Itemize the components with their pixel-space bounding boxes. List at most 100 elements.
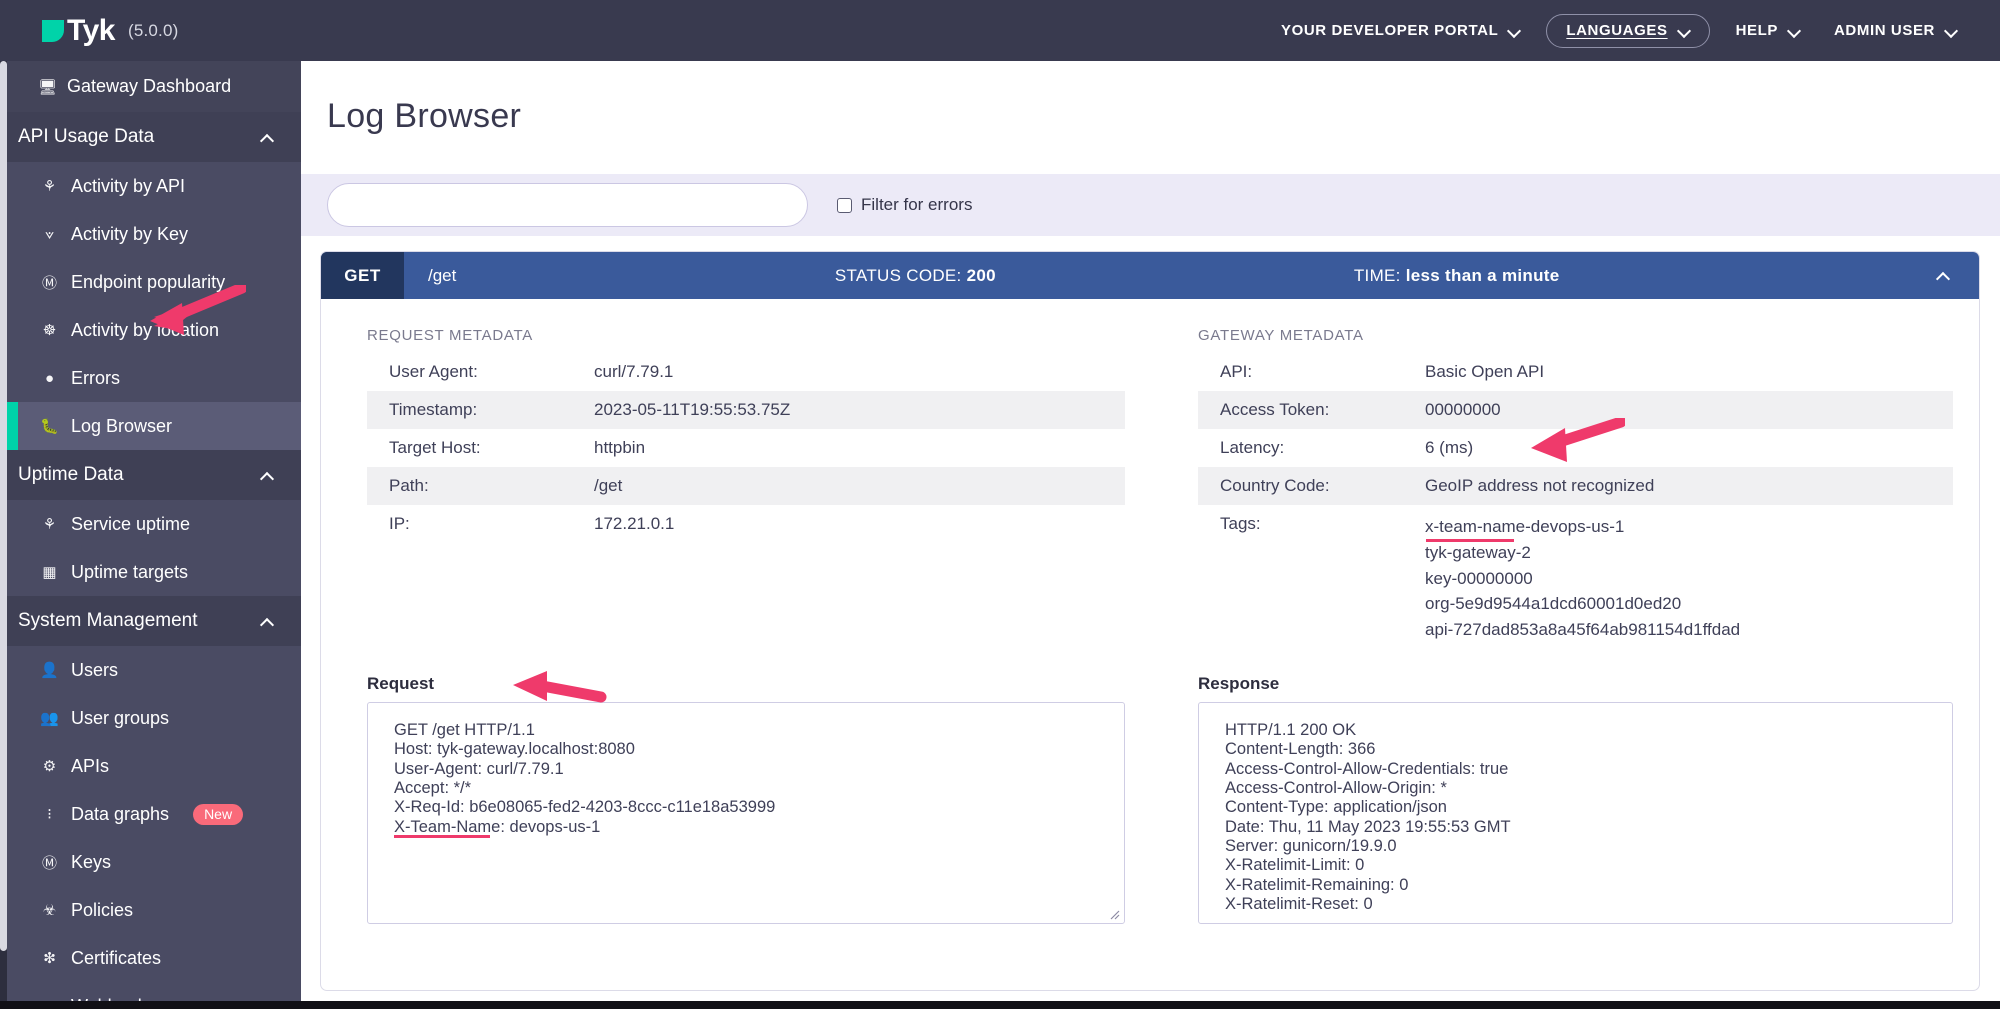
nav-label: LANGUAGES	[1566, 22, 1667, 39]
brand-logo[interactable]: Tyk (5.0.0)	[40, 16, 179, 46]
bomb-icon: ●	[40, 370, 59, 387]
sidebar-item-apis[interactable]: ⚙ APIs	[0, 742, 301, 790]
chevron-up-icon	[262, 616, 273, 627]
shield-icon: ☣	[40, 901, 59, 919]
sidebar-section-label: Uptime Data	[18, 464, 124, 486]
request-line: GET /get HTTP/1.1	[394, 721, 1104, 740]
sidebar-item-certificates[interactable]: ❇ Certificates	[0, 934, 301, 982]
resize-handle-icon[interactable]	[1106, 906, 1120, 920]
brand-version: (5.0.0)	[128, 21, 179, 41]
response-line: X-Ratelimit-Remaining: 0	[1225, 876, 1932, 895]
row-key: Latency:	[1220, 438, 1425, 458]
request-line-highlighted: X-Team-Name: devops-us-1	[394, 818, 600, 837]
row-value: 6 (ms)	[1425, 438, 1953, 458]
request-line: X-Req-Id: b6e08065-fed2-4203-8ccc-c11e18…	[394, 798, 1104, 817]
tag-item: tyk-gateway-2	[1425, 540, 1953, 566]
table-row: API: Basic Open API	[1198, 353, 1953, 391]
row-key: Tags:	[1220, 514, 1425, 534]
sidebar-item-keys[interactable]: Ⓜ Keys	[0, 838, 301, 886]
sidebar-section-system-management[interactable]: System Management	[0, 596, 301, 646]
brand-name: Tyk	[67, 16, 115, 46]
sidebar-item-label: Gateway Dashboard	[67, 76, 231, 97]
status-code: STATUS CODE: 200	[835, 266, 996, 286]
checkbox-box-icon[interactable]	[837, 198, 852, 213]
sidebar-item-activity-by-key[interactable]: ⟇ Activity by Key	[0, 210, 301, 258]
request-response-grid: Request GET /get HTTP/1.1 Host: tyk-gate…	[321, 674, 1979, 924]
nav-languages[interactable]: LANGUAGES	[1546, 14, 1709, 48]
nav-your-developer-portal[interactable]: YOUR DEVELOPER PORTAL	[1264, 14, 1537, 48]
sidebar-item-data-graphs[interactable]: ⁝ Data graphs New	[0, 790, 301, 838]
sidebar-section-api-usage-data[interactable]: API Usage Data	[0, 112, 301, 162]
nav-help[interactable]: HELP	[1719, 14, 1817, 48]
log-entry-path: /get	[428, 266, 456, 286]
gateway-metadata-title: GATEWAY METADATA	[1198, 327, 1953, 344]
graph-icon: ⁝	[40, 805, 59, 823]
response-line: X-Ratelimit-Limit: 0	[1225, 856, 1932, 875]
chevron-up-icon	[1938, 270, 1949, 281]
log-entry-header[interactable]: GET /get STATUS CODE: 200 TIME: less tha…	[321, 252, 1979, 299]
filter-for-errors-checkbox[interactable]: Filter for errors	[837, 195, 972, 215]
request-line: Host: tyk-gateway.localhost:8080	[394, 740, 1104, 759]
sidebar-item-uptime-targets[interactable]: ▦ Uptime targets	[0, 548, 301, 596]
sidebar-item-gateway-dashboard[interactable]: 🖥 Gateway Dashboard	[0, 61, 301, 112]
sidebar-item-user-groups[interactable]: 👥 User groups	[0, 694, 301, 742]
top-bar: Tyk (5.0.0) YOUR DEVELOPER PORTAL LANGUA…	[0, 0, 2000, 61]
sidebar: 🖥 Gateway Dashboard API Usage Data ⚘ Act…	[0, 61, 301, 1009]
sidebar-item-label: Log Browser	[71, 416, 172, 437]
sidebar-section-label: System Management	[18, 610, 198, 632]
sidebar-item-label: Users	[71, 660, 118, 681]
search-input[interactable]	[327, 183, 808, 227]
nav-admin-user[interactable]: ADMIN USER	[1817, 14, 1974, 48]
sidebar-section-uptime-data[interactable]: Uptime Data	[0, 450, 301, 500]
tag-item: key-00000000	[1425, 566, 1953, 592]
response-line: Date: Thu, 11 May 2023 19:55:53 GMT	[1225, 818, 1932, 837]
sidebar-item-label: Activity by API	[71, 176, 185, 197]
response-line: HTTP/1.1 200 OK	[1225, 721, 1932, 740]
sidebar-item-label: Endpoint popularity	[71, 272, 225, 293]
sidebar-item-label: Data graphs	[71, 804, 169, 825]
row-value: 2023-05-11T19:55:53.75Z	[594, 400, 1125, 420]
sidebar-item-log-browser[interactable]: 🐛 Log Browser	[0, 402, 301, 450]
users-icon: 👥	[40, 709, 59, 727]
sidebar-item-errors[interactable]: ● Errors	[0, 354, 301, 402]
gateway-metadata-panel: GATEWAY METADATA API: Basic Open API Acc…	[1150, 327, 1979, 652]
top-nav: YOUR DEVELOPER PORTAL LANGUAGES HELP ADM…	[1264, 14, 1974, 48]
sidebar-item-label: Service uptime	[71, 514, 190, 535]
row-value: 172.21.0.1	[594, 514, 1125, 534]
sidebar-scrollbar[interactable]	[0, 61, 7, 1009]
table-row: Country Code: GeoIP address not recogniz…	[1198, 467, 1953, 505]
sidebar-item-label: Activity by location	[71, 320, 219, 341]
row-key: User Agent:	[389, 362, 594, 382]
sidebar-item-endpoint-popularity[interactable]: Ⓜ Endpoint popularity	[0, 258, 301, 306]
filter-for-errors-label: Filter for errors	[861, 195, 972, 215]
table-row: User Agent: curl/7.79.1	[367, 353, 1125, 391]
sidebar-item-activity-by-location[interactable]: ☸ Activity by location	[0, 306, 301, 354]
row-value: 00000000	[1425, 400, 1953, 420]
request-metadata-panel: REQUEST METADATA User Agent: curl/7.79.1…	[321, 327, 1150, 652]
response-line: X-Ratelimit-Reset: 0	[1225, 895, 1932, 914]
nav-label: ADMIN USER	[1834, 22, 1935, 39]
request-line: Accept: */*	[394, 779, 1104, 798]
sidebar-item-label: Uptime targets	[71, 562, 188, 583]
row-key: IP:	[389, 514, 594, 534]
tags-row: Tags: x-team-name-devops-us-1 tyk-gatewa…	[1198, 505, 1953, 652]
row-value: /get	[594, 476, 1125, 496]
response-line: Content-Type: application/json	[1225, 798, 1932, 817]
chevron-up-icon	[262, 132, 273, 143]
cogs-icon: ⚙	[40, 757, 59, 775]
sidebar-item-service-uptime[interactable]: ⚘ Service uptime	[0, 500, 301, 548]
response-time: TIME: less than a minute	[1354, 266, 1560, 286]
sidebar-item-users[interactable]: 👤 Users	[0, 646, 301, 694]
sidebar-item-activity-by-api[interactable]: ⚘ Activity by API	[0, 162, 301, 210]
response-panel: Response HTTP/1.1 200 OK Content-Length:…	[1150, 674, 1979, 924]
sidebar-item-label: Certificates	[71, 948, 161, 969]
row-value: GeoIP address not recognized	[1425, 476, 1953, 496]
collapse-toggle-button[interactable]	[1938, 266, 1949, 286]
sidebar-item-policies[interactable]: ☣ Policies	[0, 886, 301, 934]
globe-icon: ☸	[40, 321, 59, 339]
request-textarea[interactable]: GET /get HTTP/1.1 Host: tyk-gateway.loca…	[367, 702, 1125, 924]
response-textarea[interactable]: HTTP/1.1 200 OK Content-Length: 366 Acce…	[1198, 702, 1953, 924]
row-key: Access Token:	[1220, 400, 1425, 420]
sidebar-scrollbar-thumb[interactable]	[0, 61, 7, 951]
chevron-down-icon	[1789, 25, 1800, 36]
